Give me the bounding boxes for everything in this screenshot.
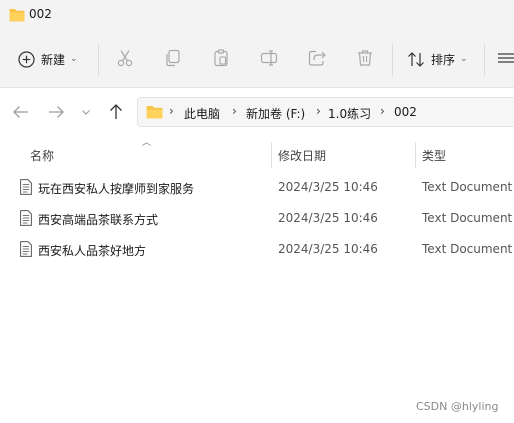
view-list-icon[interactable] [496, 48, 514, 68]
copy-icon[interactable] [163, 48, 183, 68]
plus-circle-icon [18, 50, 35, 68]
file-name: 玩在西安私人按摩师到家服务 [38, 182, 195, 196]
breadcrumb-item[interactable]: 1.0练习 [328, 105, 371, 122]
text-document-icon [20, 179, 32, 195]
navigation-bar: › 此电脑 › 新加卷 (F:) › 1.0练习 › 002 [0, 88, 514, 136]
cut-icon[interactable] [115, 48, 135, 68]
sort-icon [408, 51, 424, 67]
new-button[interactable]: 新建 ⌄ [18, 45, 78, 73]
file-modified: 2024/3/25 10:46 [278, 180, 378, 194]
breadcrumb-item[interactable]: 此电脑 [184, 105, 220, 122]
column-header-modified[interactable]: 修改日期 [278, 147, 326, 164]
file-explorer-window: 002 新建 ⌄ 排序 ⌄ › 此电脑 › 新加卷 (F:) › 1.0练习 ›… [0, 0, 514, 423]
file-modified: 2024/3/25 10:46 [278, 211, 378, 225]
column-divider[interactable] [271, 142, 272, 168]
watermark-text: CSDN @hlyling [416, 400, 499, 413]
file-name: 西安高端品茶联系方式 [38, 213, 159, 227]
delete-icon[interactable] [355, 48, 375, 68]
file-row[interactable]: 玩在西安私人按摩师到家服务 2024/3/25 10:46 Text Docum… [0, 172, 514, 202]
file-name: 西安私人品茶好地方 [38, 244, 147, 258]
up-arrow-icon[interactable] [106, 102, 126, 122]
toolbar-divider [98, 44, 99, 76]
column-header-type[interactable]: 类型 [422, 147, 446, 164]
address-bar[interactable]: › 此电脑 › 新加卷 (F:) › 1.0练习 › 002 [137, 97, 514, 127]
breadcrumb-item[interactable]: 新加卷 (F:) [246, 105, 305, 122]
back-arrow-icon[interactable] [11, 102, 31, 122]
text-document-icon [20, 241, 32, 257]
forward-arrow-icon[interactable] [46, 102, 66, 122]
recent-locations-chevron-icon[interactable] [79, 102, 93, 122]
toolbar-divider [392, 44, 393, 76]
file-type: Text Document [422, 242, 513, 256]
title-bar: 002 [0, 0, 514, 32]
breadcrumb-separator: › [169, 104, 174, 118]
window-title: 002 [29, 7, 52, 21]
breadcrumb-separator: › [316, 104, 321, 118]
folder-icon [146, 106, 163, 119]
breadcrumb-separator: › [380, 104, 385, 118]
chevron-down-icon: ⌄ [70, 54, 78, 64]
column-divider[interactable] [415, 142, 416, 168]
column-header-name[interactable]: 名称 [30, 147, 54, 164]
sort-button[interactable]: 排序 ⌄ [407, 45, 468, 73]
file-modified: 2024/3/25 10:46 [278, 242, 378, 256]
rename-icon[interactable] [259, 48, 279, 68]
file-row[interactable]: 西安私人品茶好地方 2024/3/25 10:46 Text Document [0, 234, 514, 264]
toolbar-divider [484, 44, 485, 76]
text-document-icon [20, 210, 32, 226]
column-header-row: ︿ 名称 修改日期 类型 [0, 136, 514, 172]
command-bar: 新建 ⌄ 排序 ⌄ [0, 32, 514, 88]
file-type: Text Document [422, 211, 513, 225]
chevron-down-icon: ⌄ [460, 54, 468, 64]
file-type: Text Document [422, 180, 513, 194]
breadcrumb-item[interactable]: 002 [394, 105, 417, 119]
folder-icon [9, 9, 25, 22]
sort-button-label: 排序 [431, 52, 456, 67]
breadcrumb-separator: › [232, 104, 237, 118]
file-row[interactable]: 西安高端品茶联系方式 2024/3/25 10:46 Text Document [0, 203, 514, 233]
sort-ascending-icon: ︿ [142, 138, 152, 148]
paste-icon[interactable] [211, 48, 231, 68]
share-icon[interactable] [307, 48, 327, 68]
new-button-label: 新建 [41, 52, 66, 67]
